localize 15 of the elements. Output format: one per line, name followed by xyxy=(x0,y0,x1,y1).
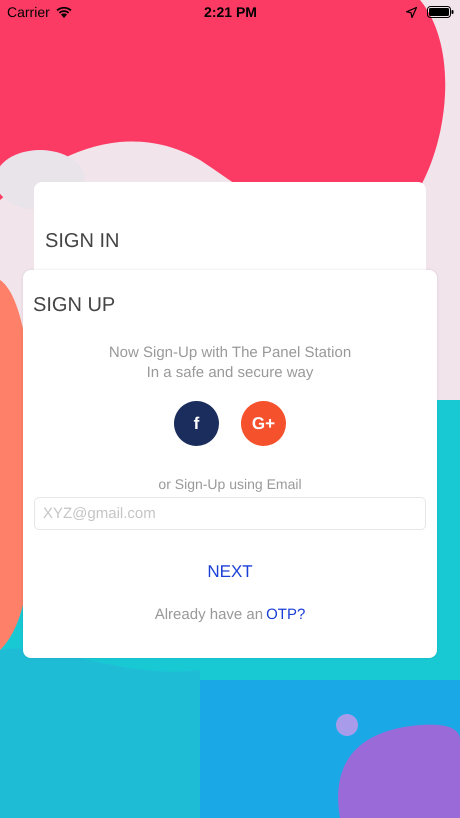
sign-up-title: SIGN UP xyxy=(33,294,116,317)
subtitle-text: Now Sign-Up with The Panel Station In a safe and secure way xyxy=(108,343,352,383)
location-icon xyxy=(406,6,417,18)
sign-in-title[interactable]: SIGN IN xyxy=(45,230,120,252)
next-button[interactable]: NEXT xyxy=(201,558,259,586)
otp-link[interactable]: OTP? xyxy=(266,606,306,623)
social-login-button[interactable]: f xyxy=(174,401,219,446)
email-field[interactable]: XYZ@gmail.com xyxy=(34,497,426,530)
carrier-label: Carrier xyxy=(7,4,50,20)
battery-icon xyxy=(426,6,454,18)
otp-prompt: Already have an xyxy=(154,606,264,623)
wifi-icon xyxy=(56,6,72,18)
email-hint: or Sign-Up using Email xyxy=(158,476,302,492)
sign-in-card[interactable]: SIGN IN xyxy=(34,182,426,270)
clock: 2:21 PM xyxy=(204,4,257,20)
